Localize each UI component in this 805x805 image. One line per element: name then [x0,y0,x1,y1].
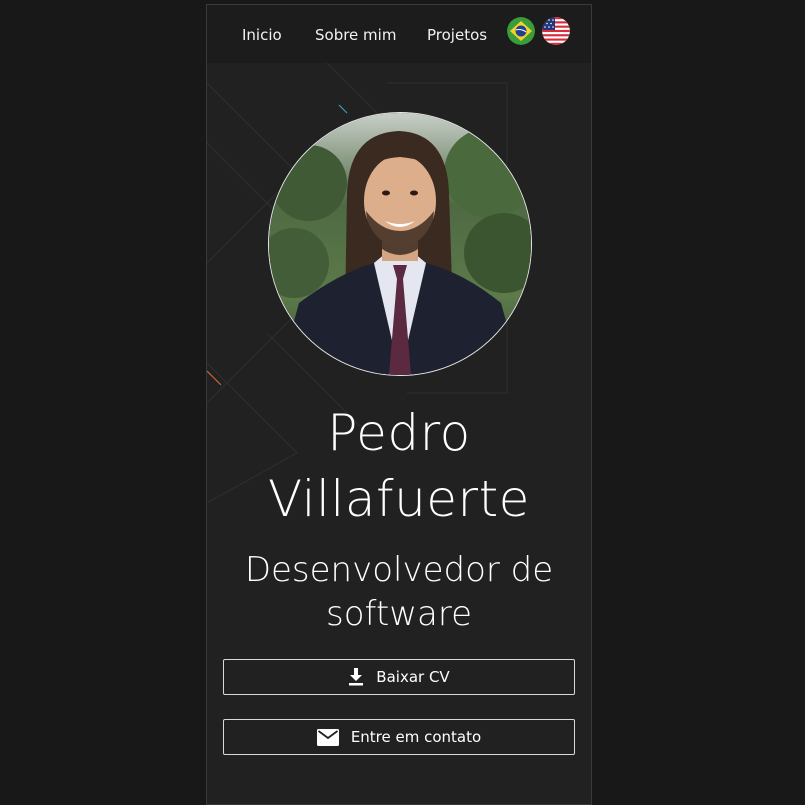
download-icon [348,668,364,686]
profile-first-name: Pedro [327,404,471,462]
brazil-flag-icon[interactable] [507,17,535,45]
contact-button[interactable]: Entre em contato [223,719,575,755]
download-cv-button[interactable]: Baixar CV [223,659,575,695]
nav-link-inicio[interactable]: Inicio [242,5,282,63]
app-frame: Inicio Sobre mim Projetos Pedro Villafue… [206,4,592,805]
nav-link-sobre-mim[interactable]: Sobre mim [315,5,396,63]
top-navbar: Inicio Sobre mim Projetos [207,5,591,63]
profile-photo [268,112,532,376]
profile-last-name: Villafuerte [268,470,530,528]
nav-link-projetos[interactable]: Projetos [427,5,487,63]
mail-icon [316,728,339,746]
usa-flag-icon[interactable] [542,17,570,45]
profile-role-line2: software [325,594,472,634]
contact-label: Entre em contato [350,728,482,746]
profile-role-line1: Desenvolvedor de [244,550,554,590]
download-cv-label: Baixar CV [376,668,450,686]
